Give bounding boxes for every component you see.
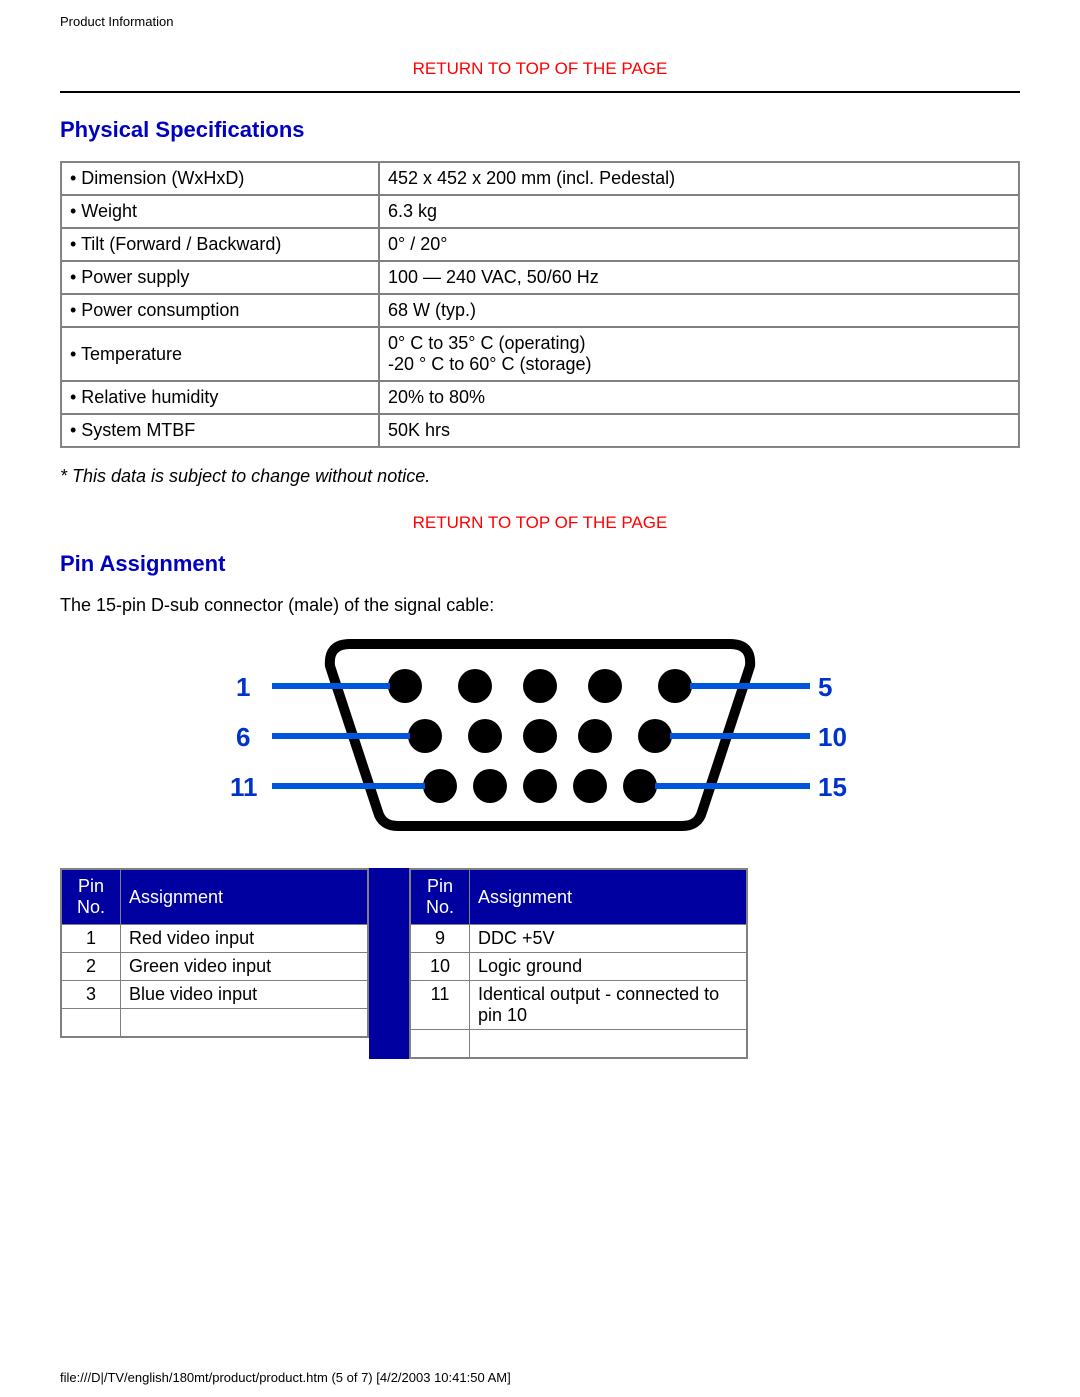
pin-no: [410, 1030, 470, 1059]
table-row: • Power consumption68 W (typ.): [61, 294, 1019, 327]
table-row: • Relative humidity20% to 80%: [61, 381, 1019, 414]
pin-no: 3: [61, 981, 121, 1009]
pin-table-right: Pin No. Assignment 9DDC +5V 10Logic grou…: [409, 868, 748, 1059]
pin-asg: Identical output - connected to pin 10: [470, 981, 748, 1030]
diagram-label-6: 6: [236, 722, 250, 753]
spec-label: • Power consumption: [61, 294, 379, 327]
pin-no: 2: [61, 953, 121, 981]
col-assignment: Assignment: [470, 869, 748, 925]
pin-asg: Blue video input: [121, 981, 369, 1009]
heading-pin-assignment: Pin Assignment: [60, 551, 1020, 577]
diagram-label-15: 15: [818, 772, 847, 803]
col-pin-no: Pin No.: [61, 869, 121, 925]
diagram-label-1: 1: [236, 672, 250, 703]
spec-label: • Dimension (WxHxD): [61, 162, 379, 195]
table-row: • Temperature0° C to 35° C (operating) -…: [61, 327, 1019, 381]
pin-asg: [121, 1009, 369, 1038]
footer-path: file:///D|/TV/english/180mt/product/prod…: [60, 1370, 511, 1385]
table-row: [410, 1030, 747, 1059]
return-top-label: RETURN TO TOP OF THE PAGE: [413, 513, 668, 532]
return-top-link-2[interactable]: RETURN TO TOP OF THE PAGE: [60, 513, 1020, 533]
spec-value: 68 W (typ.): [379, 294, 1019, 327]
spec-label: • Weight: [61, 195, 379, 228]
table-row: 9DDC +5V: [410, 925, 747, 953]
page-header: Product Information: [60, 0, 1020, 33]
pin-asg: Green video input: [121, 953, 369, 981]
table-row: • Weight6.3 kg: [61, 195, 1019, 228]
dsub-connector-diagram: 1 6 11 5 10 15: [230, 626, 850, 846]
pin-table-left: Pin No. Assignment 1Red video input 2Gre…: [60, 868, 369, 1038]
pin-asg: Red video input: [121, 925, 369, 953]
table-row: 11Identical output - connected to pin 10: [410, 981, 747, 1030]
horizontal-rule: [60, 91, 1020, 93]
table-row: [61, 1009, 368, 1038]
table-row: • Power supply100 — 240 VAC, 50/60 Hz: [61, 261, 1019, 294]
pin-assignment-tables: Pin No. Assignment 1Red video input 2Gre…: [60, 868, 1020, 1059]
dsub-connector-icon: [230, 626, 850, 836]
table-row: 3Blue video input: [61, 981, 368, 1009]
table-divider: [369, 868, 409, 1059]
table-row: • System MTBF50K hrs: [61, 414, 1019, 447]
diagram-label-5: 5: [818, 672, 832, 703]
spec-value: 20% to 80%: [379, 381, 1019, 414]
spec-value: 100 — 240 VAC, 50/60 Hz: [379, 261, 1019, 294]
footnote: * This data is subject to change without…: [60, 466, 1020, 487]
pin-asg: DDC +5V: [470, 925, 748, 953]
spec-value: 452 x 452 x 200 mm (incl. Pedestal): [379, 162, 1019, 195]
table-row: 2Green video input: [61, 953, 368, 981]
pin-intro: The 15-pin D-sub connector (male) of the…: [60, 595, 1020, 616]
spec-label: • Temperature: [61, 327, 379, 381]
pin-no: [61, 1009, 121, 1038]
spec-value: 0° / 20°: [379, 228, 1019, 261]
return-top-label: RETURN TO TOP OF THE PAGE: [413, 59, 668, 78]
spec-value: 50K hrs: [379, 414, 1019, 447]
spec-label: • System MTBF: [61, 414, 379, 447]
table-row: 1Red video input: [61, 925, 368, 953]
diagram-label-11: 11: [230, 772, 258, 803]
pin-no: 1: [61, 925, 121, 953]
return-top-link-1[interactable]: RETURN TO TOP OF THE PAGE: [60, 59, 1020, 79]
spec-value: 6.3 kg: [379, 195, 1019, 228]
pin-asg: [470, 1030, 748, 1059]
spec-value: 0° C to 35° C (operating) -20 ° C to 60°…: [379, 327, 1019, 381]
spec-label: • Tilt (Forward / Backward): [61, 228, 379, 261]
table-row: • Dimension (WxHxD)452 x 452 x 200 mm (i…: [61, 162, 1019, 195]
pin-no: 10: [410, 953, 470, 981]
col-assignment: Assignment: [121, 869, 369, 925]
diagram-label-10: 10: [818, 722, 847, 753]
table-physical-specifications: • Dimension (WxHxD)452 x 452 x 200 mm (i…: [60, 161, 1020, 448]
spec-label: • Relative humidity: [61, 381, 379, 414]
table-row: 10Logic ground: [410, 953, 747, 981]
pin-no: 9: [410, 925, 470, 953]
spec-label: • Power supply: [61, 261, 379, 294]
pin-no: 11: [410, 981, 470, 1030]
table-row: • Tilt (Forward / Backward)0° / 20°: [61, 228, 1019, 261]
col-pin-no: Pin No.: [410, 869, 470, 925]
pin-asg: Logic ground: [470, 953, 748, 981]
heading-physical-specifications: Physical Specifications: [60, 117, 1020, 143]
